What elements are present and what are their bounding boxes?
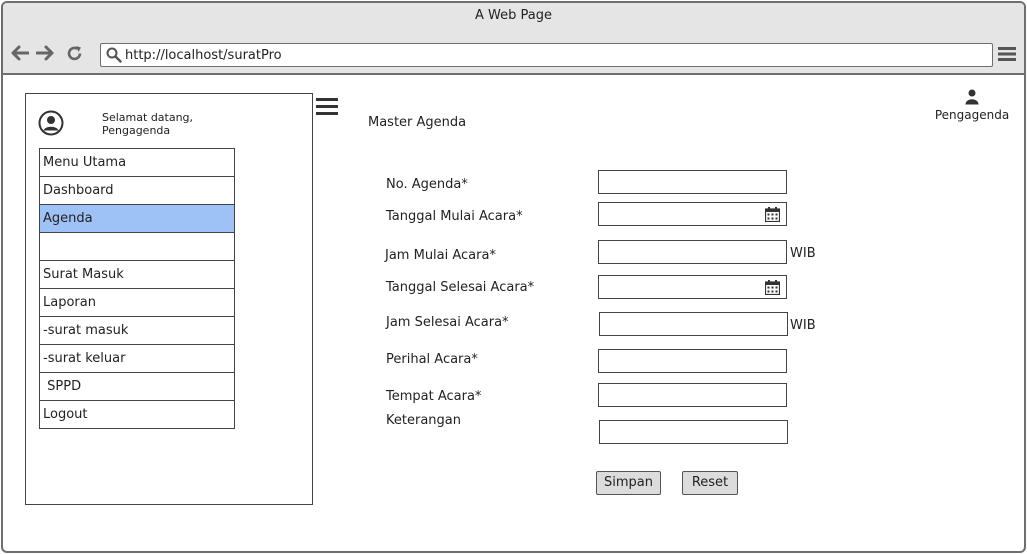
user-circle-icon	[38, 110, 64, 140]
no-agenda-field[interactable]	[598, 170, 787, 194]
tanggal-selesai-input[interactable]	[599, 276, 786, 298]
calendar-icon[interactable]	[764, 280, 781, 299]
tempat-input[interactable]	[599, 384, 786, 406]
browser-toolbar	[3, 31, 1024, 75]
jam-selesai-input[interactable]	[600, 313, 787, 335]
reload-icon[interactable]	[66, 45, 83, 65]
tanggal-selesai-field[interactable]	[598, 275, 787, 299]
no-agenda-input[interactable]	[599, 171, 786, 193]
sidebar-item-laporan-surat-keluar[interactable]: -surat keluar	[39, 344, 235, 373]
forward-arrow-icon[interactable]	[35, 45, 54, 64]
jam-selesai-label: Jam Selesai Acara*	[386, 315, 509, 330]
jam-selesai-unit: WIB	[790, 318, 816, 333]
no-agenda-label: No. Agenda*	[386, 177, 468, 192]
sidebar-menu: Menu Utama Dashboard Agenda Surat Masuk …	[39, 148, 235, 429]
sidebar: Selamat datang, Pengagenda Menu Utama Da…	[25, 93, 313, 505]
window-title: A Web Page	[3, 3, 1024, 31]
reset-button[interactable]: Reset	[682, 471, 738, 495]
sidebar-item-laporan[interactable]: Laporan	[39, 288, 235, 317]
sidebar-toggle-icon[interactable]	[316, 97, 338, 121]
jam-selesai-field[interactable]	[599, 312, 788, 336]
jam-mulai-label: Jam Mulai Acara*	[385, 248, 496, 263]
sidebar-item-surat-masuk[interactable]: Surat Masuk	[39, 260, 235, 289]
user-menu[interactable]: Pengagenda	[932, 89, 1012, 122]
keterangan-field[interactable]	[599, 420, 788, 444]
sidebar-item-logout[interactable]: Logout	[39, 400, 235, 429]
address-bar[interactable]	[100, 43, 993, 67]
tanggal-mulai-field[interactable]	[598, 202, 787, 226]
user-label: Pengagenda	[934, 108, 1010, 122]
perihal-input[interactable]	[599, 350, 786, 372]
keterangan-input[interactable]	[600, 421, 787, 443]
welcome-text: Selamat datang, Pengagenda	[102, 111, 193, 137]
calendar-icon[interactable]	[764, 207, 781, 226]
tanggal-mulai-label: Tanggal Mulai Acara*	[386, 209, 523, 224]
sidebar-item-agenda[interactable]: Agenda	[39, 204, 235, 233]
user-icon	[932, 89, 1012, 108]
keterangan-label: Keterangan	[386, 413, 461, 428]
perihal-label: Perihal Acara*	[386, 352, 478, 367]
jam-mulai-unit: WIB	[790, 246, 816, 261]
tanggal-mulai-input[interactable]	[599, 203, 786, 225]
sidebar-item-sppd[interactable]: SPPD	[39, 372, 235, 401]
search-icon	[106, 47, 122, 63]
sidebar-item-laporan-surat-masuk[interactable]: -surat masuk	[39, 316, 235, 345]
tempat-label: Tempat Acara*	[386, 389, 482, 404]
tempat-field[interactable]	[598, 383, 787, 407]
back-arrow-icon[interactable]	[11, 45, 30, 64]
jam-mulai-input[interactable]	[599, 241, 786, 263]
welcome-line-1: Selamat datang,	[102, 111, 194, 124]
url-input[interactable]	[125, 46, 985, 64]
jam-mulai-field[interactable]	[598, 240, 787, 264]
browser-menu-icon[interactable]	[998, 46, 1016, 66]
welcome-line-2: Pengagenda	[102, 124, 171, 137]
sidebar-item-empty[interactable]	[39, 232, 235, 261]
sidebar-item-dashboard[interactable]: Dashboard	[39, 176, 235, 205]
sidebar-item-menu-utama[interactable]: Menu Utama	[39, 148, 235, 177]
perihal-field[interactable]	[598, 349, 787, 373]
tanggal-selesai-label: Tanggal Selesai Acara*	[386, 280, 535, 295]
page-title: Master Agenda	[368, 115, 467, 130]
save-button[interactable]: Simpan	[596, 471, 661, 495]
